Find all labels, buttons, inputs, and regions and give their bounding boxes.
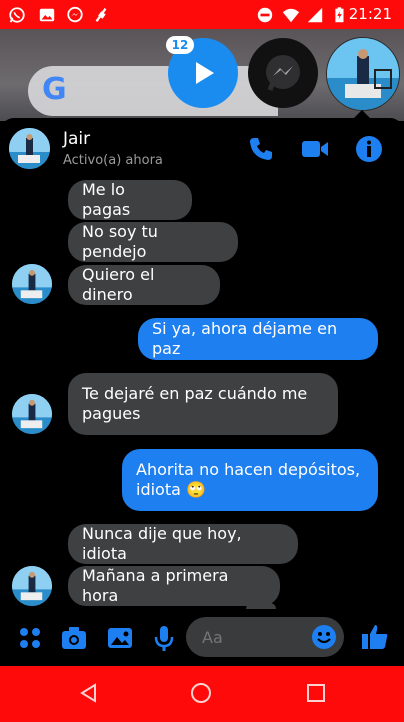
avatar [327,38,399,110]
message-text: Quiero el dinero [82,265,155,304]
status-bar: 21:21 [0,0,404,29]
incoming-message[interactable]: Mañana a primera hora [68,566,280,606]
incoming-message[interactable]: No soy tu pendejo [68,222,238,262]
home-button[interactable] [190,682,212,704]
outgoing-message[interactable]: Si ya, ahora déjame en paz [138,318,378,360]
message-input[interactable] [200,627,304,648]
message-text: Nunca dije que hoy, idiota [82,524,242,563]
like-icon[interactable] [360,622,390,652]
avatar-image-icon [12,566,52,606]
dnd-icon [257,7,273,23]
message-text: No soy tu pendejo [82,222,158,261]
message-text: Te dejaré en paz cuándo me pagues [82,384,308,423]
wifi-icon [282,8,300,23]
avatar[interactable] [12,394,52,434]
avatar[interactable] [12,264,52,304]
avatar-image-icon [9,128,50,169]
emoji-icon[interactable] [310,623,338,651]
google-logo: G [42,72,67,107]
message-text: Me lo pagas [82,180,131,219]
avatar[interactable] [12,566,52,606]
phone-icon[interactable] [246,134,276,164]
gallery-icon [39,8,55,22]
message-text: Si ya, ahora déjame en paz [152,319,338,358]
messenger-chat-head[interactable] [248,38,318,108]
apps-icon[interactable] [16,624,44,652]
incoming-message[interactable]: Te dejaré en paz cuándo me pagues [68,373,338,435]
image-icon[interactable] [106,624,134,652]
back-button[interactable] [78,682,100,704]
outgoing-message[interactable]: Ahorita no hacen depósitos, idiota 🙄 [122,449,378,511]
messenger-icon [67,6,83,23]
message-text: Ahorita no hacen depósitos, idiota 🙄 [136,460,361,499]
incoming-message[interactable]: Me lo pagas [68,180,192,220]
avatar[interactable] [9,128,50,169]
avatar-image-icon [12,264,52,304]
whatsapp-icon [9,7,25,23]
typing-indicator [246,603,276,609]
camera-icon[interactable] [60,624,88,652]
signal-icon [307,7,323,23]
active-status: Activo(a) ahora [63,153,163,168]
clock: 21:21 [348,5,392,23]
incoming-message[interactable]: Nunca dije que hoy, idiota [68,524,298,564]
video-icon[interactable] [300,134,330,164]
info-icon[interactable] [354,134,384,164]
avatar-image-icon [12,394,52,434]
incoming-message[interactable]: Quiero el dinero [68,265,220,305]
battery-charging-icon [335,7,344,23]
message-text: Mañana a primera hora [82,566,229,605]
messenger-logo-icon [266,55,300,91]
chat-head-badge: 12 [166,36,194,54]
avatar-chat-head[interactable] [326,37,400,111]
contact-name[interactable]: Jair [63,129,90,149]
bug-icon [95,8,107,22]
mic-icon[interactable] [150,624,178,652]
recents-button[interactable] [305,682,327,704]
